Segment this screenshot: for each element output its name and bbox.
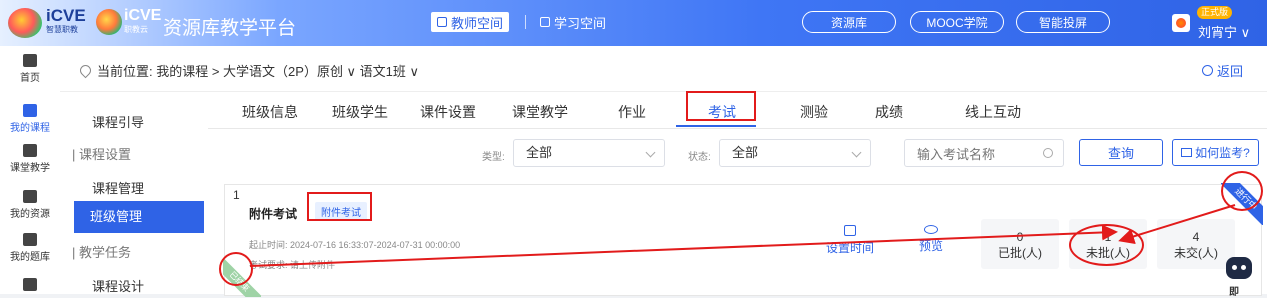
username-dropdown[interactable]: 刘宵宁 ∨ xyxy=(1198,22,1250,41)
status-filter-label: 状态: xyxy=(688,152,711,163)
tab-class-info[interactable]: 班级信息 xyxy=(242,102,298,122)
teacher-space-label: 教师空间 xyxy=(451,15,504,31)
breadcrumb-bar: 当前位置: 我的课程 > 大学语文（2P）原创 ∨ 语文1班 ∨ 返回 xyxy=(60,46,1267,92)
type-select-value: 全部 xyxy=(526,145,553,160)
exam-search xyxy=(904,139,1064,168)
type-filter-label: 类型: xyxy=(482,152,505,163)
smart-cast-button[interactable]: 智能投屏 xyxy=(1016,11,1110,33)
icve-logo-icon xyxy=(8,8,42,38)
tab-grades[interactable]: 成绩 xyxy=(875,102,903,122)
chevron-down-icon xyxy=(851,147,862,158)
stat-graded-value: 0 xyxy=(1016,230,1024,244)
tab-courseware-settings[interactable]: 课件设置 xyxy=(420,102,476,122)
set-time-label: 设置时间 xyxy=(825,241,874,255)
query-button[interactable]: 查询 xyxy=(1079,139,1163,166)
nav-my-courses-label: 我的课程 xyxy=(10,123,50,134)
stat-graded[interactable]: 0 已批(人) xyxy=(981,219,1059,269)
nav-home-label: 首页 xyxy=(20,73,40,84)
nav-question-bank-label: 我的题库 xyxy=(10,252,50,263)
preview-label: 预览 xyxy=(918,239,943,253)
tab-quiz[interactable]: 测验 xyxy=(800,102,828,122)
type-select[interactable]: 全部 xyxy=(513,139,665,167)
student-icon xyxy=(540,17,550,27)
home-icon xyxy=(23,54,37,67)
formal-version-badge: 正式版 xyxy=(1197,6,1233,19)
annotation-circle-ungraded xyxy=(1069,224,1144,266)
annotation-circle-ended xyxy=(219,252,253,286)
subnav-course-design[interactable]: 课程设计 xyxy=(92,276,144,295)
back-link[interactable]: 返回 xyxy=(1201,61,1243,80)
nav-my-resources[interactable]: 我的资源 xyxy=(0,190,60,220)
stat-not-submitted-value: 4 xyxy=(1192,230,1200,244)
nav-my-courses[interactable]: 我的课程 xyxy=(0,104,60,134)
nav-classroom[interactable]: 课堂教学 xyxy=(0,144,60,174)
status-select[interactable]: 全部 xyxy=(719,139,871,167)
set-time-button[interactable]: 设置时间 xyxy=(815,225,885,256)
assistant-label: 即 xyxy=(1229,287,1239,298)
breadcrumb: 当前位置: 我的课程 > 大学语文（2P）原创 ∨ 语文1班 ∨ xyxy=(77,61,419,80)
back-label: 返回 xyxy=(1216,64,1243,79)
divider xyxy=(525,15,526,29)
exam-index: 1 xyxy=(233,188,240,202)
question-bank-icon xyxy=(23,233,37,246)
eye-icon xyxy=(924,225,938,234)
top-bar: iCVE 智慧职教 iCVE 职教云 资源库教学平台 教师空间 学习空间 资源库 M… xyxy=(0,0,1267,46)
subnav-group-course-settings: | 课程设置 xyxy=(72,147,131,162)
monitor-icon xyxy=(1181,148,1193,157)
location-pin-icon xyxy=(77,62,94,79)
annotation-box-type-tag xyxy=(307,192,372,221)
user-avatar[interactable] xyxy=(1172,14,1190,32)
status-select-value: 全部 xyxy=(732,145,759,160)
breadcrumb-text[interactable]: 当前位置: 我的课程 > 大学语文（2P）原创 ∨ 语文1班 ∨ xyxy=(97,61,419,80)
teacher-space-tab[interactable]: 教师空间 xyxy=(431,12,510,32)
exam-requirement: 考试要求: 请上传附件 xyxy=(249,260,336,270)
annotation-circle-status xyxy=(1221,171,1263,211)
icve-logo[interactable]: iCVE 智慧职教 xyxy=(46,7,86,35)
nav-home[interactable]: 首页 xyxy=(0,54,60,84)
exam-title[interactable]: 附件考试 xyxy=(249,205,297,222)
stat-not-submitted-label: 未交(人) xyxy=(1174,246,1218,260)
nav-more[interactable] xyxy=(0,278,60,293)
screen-icon xyxy=(23,144,37,157)
stat-graded-label: 已批(人) xyxy=(998,246,1042,260)
mooc-button[interactable]: MOOC学院 xyxy=(910,11,1004,33)
subnav-course-guide[interactable]: 课程引导 xyxy=(92,112,144,131)
how-to-proctor-label: 如何监考? xyxy=(1195,146,1250,160)
book-icon xyxy=(23,104,37,117)
resource-library-button[interactable]: 资源库 xyxy=(802,11,896,33)
preview-button[interactable]: 预览 xyxy=(911,225,951,254)
teacher-icon xyxy=(437,17,447,27)
subnav-group-teaching-tasks: | 教学任务 xyxy=(72,245,131,260)
back-icon xyxy=(1201,65,1213,76)
zjy-logo[interactable]: iCVE 职教云 xyxy=(124,7,161,35)
how-to-proctor-button[interactable]: 如何监考? xyxy=(1172,139,1259,166)
student-space-tab[interactable]: 学习空间 xyxy=(540,12,606,32)
subnav-class-management[interactable]: 班级管理 xyxy=(74,201,204,233)
subnav-course-management[interactable]: 课程管理 xyxy=(92,178,144,197)
chevron-down-icon xyxy=(645,147,656,158)
exam-time-range: 起止时间: 2024-07-16 16:33:07-2024-07-31 00:… xyxy=(249,240,461,250)
library-icon xyxy=(23,190,37,203)
exam-search-input[interactable] xyxy=(905,140,1049,168)
nav-my-resources-label: 我的资源 xyxy=(10,209,50,220)
app-title: 资源库教学平台 xyxy=(163,18,297,39)
left-nav: 首页 我的课程 课堂教学 我的资源 我的题库 xyxy=(0,46,61,294)
zjy-logo-icon xyxy=(96,9,122,35)
search-icon[interactable] xyxy=(1043,148,1053,158)
student-space-label: 学习空间 xyxy=(554,15,607,31)
nav-classroom-label: 课堂教学 xyxy=(10,163,50,174)
annotation-box-exam-tab xyxy=(686,91,756,121)
stat-not-submitted[interactable]: 4 未交(人) xyxy=(1157,219,1235,269)
more-icon xyxy=(23,278,37,291)
active-tab-indicator xyxy=(676,125,756,127)
assistant-robot-icon[interactable] xyxy=(1226,257,1252,279)
tab-class-students[interactable]: 班级学生 xyxy=(332,102,388,122)
course-sub-nav: 课程引导 | 课程设置 课程管理 班级管理 | 教学任务 课程设计 xyxy=(60,92,208,294)
set-time-icon xyxy=(844,225,856,236)
tab-online-interaction[interactable]: 线上互动 xyxy=(965,102,1021,122)
tab-homework[interactable]: 作业 xyxy=(618,102,646,122)
nav-question-bank[interactable]: 我的题库 xyxy=(0,233,60,263)
tab-classroom-teaching[interactable]: 课堂教学 xyxy=(512,102,568,122)
